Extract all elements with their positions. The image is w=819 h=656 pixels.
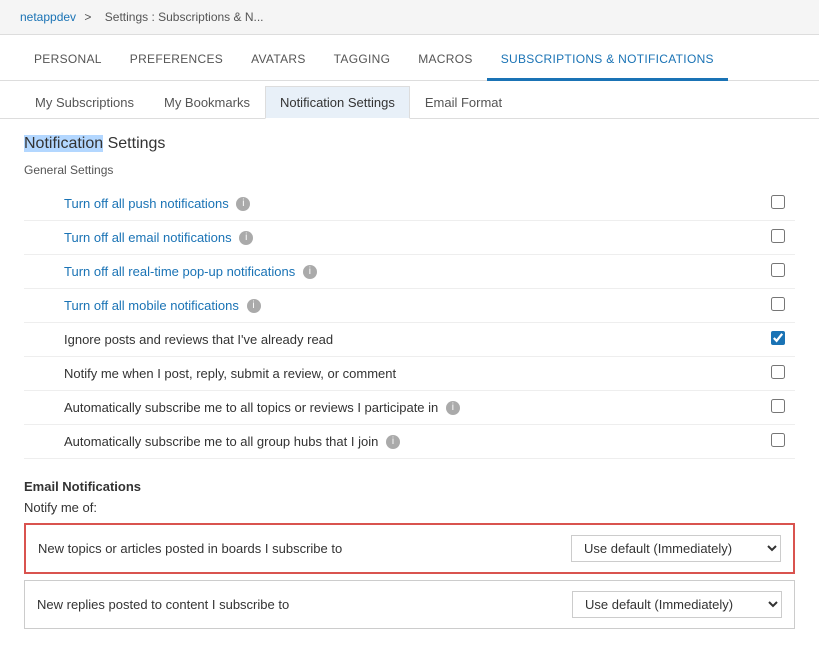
notify-me-label: Notify me of: <box>24 500 795 515</box>
table-row: Turn off all push notifications i <box>24 187 795 221</box>
tab-personal[interactable]: PERSONAL <box>20 40 116 81</box>
info-icon-realtime[interactable]: i <box>303 265 317 279</box>
tab-tagging[interactable]: TAGGING <box>320 40 405 81</box>
table-row: Automatically subscribe me to all topics… <box>24 391 795 425</box>
setting-label-push: Turn off all push notifications i <box>24 187 755 221</box>
checkbox-mobile[interactable] <box>771 297 785 311</box>
table-row: Notify me when I post, reply, submit a r… <box>24 357 795 391</box>
notif-row-new-replies: New replies posted to content I subscrib… <box>24 580 795 629</box>
table-row: Ignore posts and reviews that I've alrea… <box>24 323 795 357</box>
subtab-email-format[interactable]: Email Format <box>410 86 517 119</box>
email-notifications-section: Email Notifications Notify me of: New to… <box>24 479 795 629</box>
checkbox-realtime[interactable] <box>771 263 785 277</box>
breadcrumb-page: Settings : Subscriptions & N... <box>105 10 264 24</box>
table-row: Turn off all mobile notifications i <box>24 289 795 323</box>
info-icon-auto-groups[interactable]: i <box>386 435 400 449</box>
info-icon-mobile[interactable]: i <box>247 299 261 313</box>
tab-avatars[interactable]: AVATARS <box>237 40 320 81</box>
tab-macros[interactable]: MACROS <box>404 40 486 81</box>
checkbox-cell-push <box>755 187 795 221</box>
setting-label-ignore-read: Ignore posts and reviews that I've alrea… <box>24 323 755 357</box>
info-icon-email[interactable]: i <box>239 231 253 245</box>
setting-label-auto-groups: Automatically subscribe me to all group … <box>24 425 755 459</box>
notif-row-new-topics: New topics or articles posted in boards … <box>24 523 795 574</box>
table-row: Turn off all real-time pop-up notificati… <box>24 255 795 289</box>
tab-subscriptions[interactable]: SUBSCRIPTIONS & NOTIFICATIONS <box>487 40 728 81</box>
checkbox-cell-realtime <box>755 255 795 289</box>
page-title-suffix: Settings <box>103 135 165 152</box>
page-title-highlight: Notification <box>24 135 103 152</box>
top-tabs: PERSONAL PREFERENCES AVATARS TAGGING MAC… <box>0 40 819 81</box>
general-settings-table: Turn off all push notifications i Turn o… <box>24 187 795 459</box>
table-row: Turn off all email notifications i <box>24 221 795 255</box>
checkbox-cell-email <box>755 221 795 255</box>
setting-label-auto-topics: Automatically subscribe me to all topics… <box>24 391 755 425</box>
subtab-my-subscriptions[interactable]: My Subscriptions <box>20 86 149 119</box>
checkbox-auto-topics[interactable] <box>771 399 785 413</box>
email-notif-label: Email Notifications <box>24 479 795 494</box>
notif-row-label-new-replies: New replies posted to content I subscrib… <box>37 597 572 612</box>
page-title: Notification Settings <box>24 135 795 153</box>
general-settings-label: General Settings <box>24 163 795 177</box>
checkbox-push[interactable] <box>771 195 785 209</box>
notif-select-new-replies[interactable]: Use default (Immediately) Immediately Da… <box>572 591 782 618</box>
breadcrumb-site-link[interactable]: netappdev <box>20 10 76 24</box>
checkbox-cell-mobile <box>755 289 795 323</box>
checkbox-cell-auto-groups <box>755 425 795 459</box>
checkbox-cell-ignore-read <box>755 323 795 357</box>
subtab-notification-settings[interactable]: Notification Settings <box>265 86 410 119</box>
info-icon-push[interactable]: i <box>236 197 250 211</box>
checkbox-notify-post[interactable] <box>771 365 785 379</box>
breadcrumb-separator: > <box>84 10 91 24</box>
breadcrumb: netappdev > Settings : Subscriptions & N… <box>0 0 819 35</box>
checkbox-auto-groups[interactable] <box>771 433 785 447</box>
info-icon-auto-topics[interactable]: i <box>446 401 460 415</box>
notif-select-new-topics[interactable]: Use default (Immediately) Immediately Da… <box>571 535 781 562</box>
main-content: Notification Settings General Settings T… <box>0 119 819 651</box>
sub-tabs: My Subscriptions My Bookmarks Notificati… <box>0 86 819 119</box>
tab-preferences[interactable]: PREFERENCES <box>116 40 237 81</box>
checkbox-cell-auto-topics <box>755 391 795 425</box>
setting-label-mobile: Turn off all mobile notifications i <box>24 289 755 323</box>
setting-label-email: Turn off all email notifications i <box>24 221 755 255</box>
notif-row-label-new-topics: New topics or articles posted in boards … <box>38 541 571 556</box>
checkbox-ignore-read[interactable] <box>771 331 785 345</box>
setting-label-notify-post: Notify me when I post, reply, submit a r… <box>24 357 755 391</box>
checkbox-cell-notify-post <box>755 357 795 391</box>
checkbox-email[interactable] <box>771 229 785 243</box>
setting-label-realtime: Turn off all real-time pop-up notificati… <box>24 255 755 289</box>
subtab-my-bookmarks[interactable]: My Bookmarks <box>149 86 265 119</box>
table-row: Automatically subscribe me to all group … <box>24 425 795 459</box>
